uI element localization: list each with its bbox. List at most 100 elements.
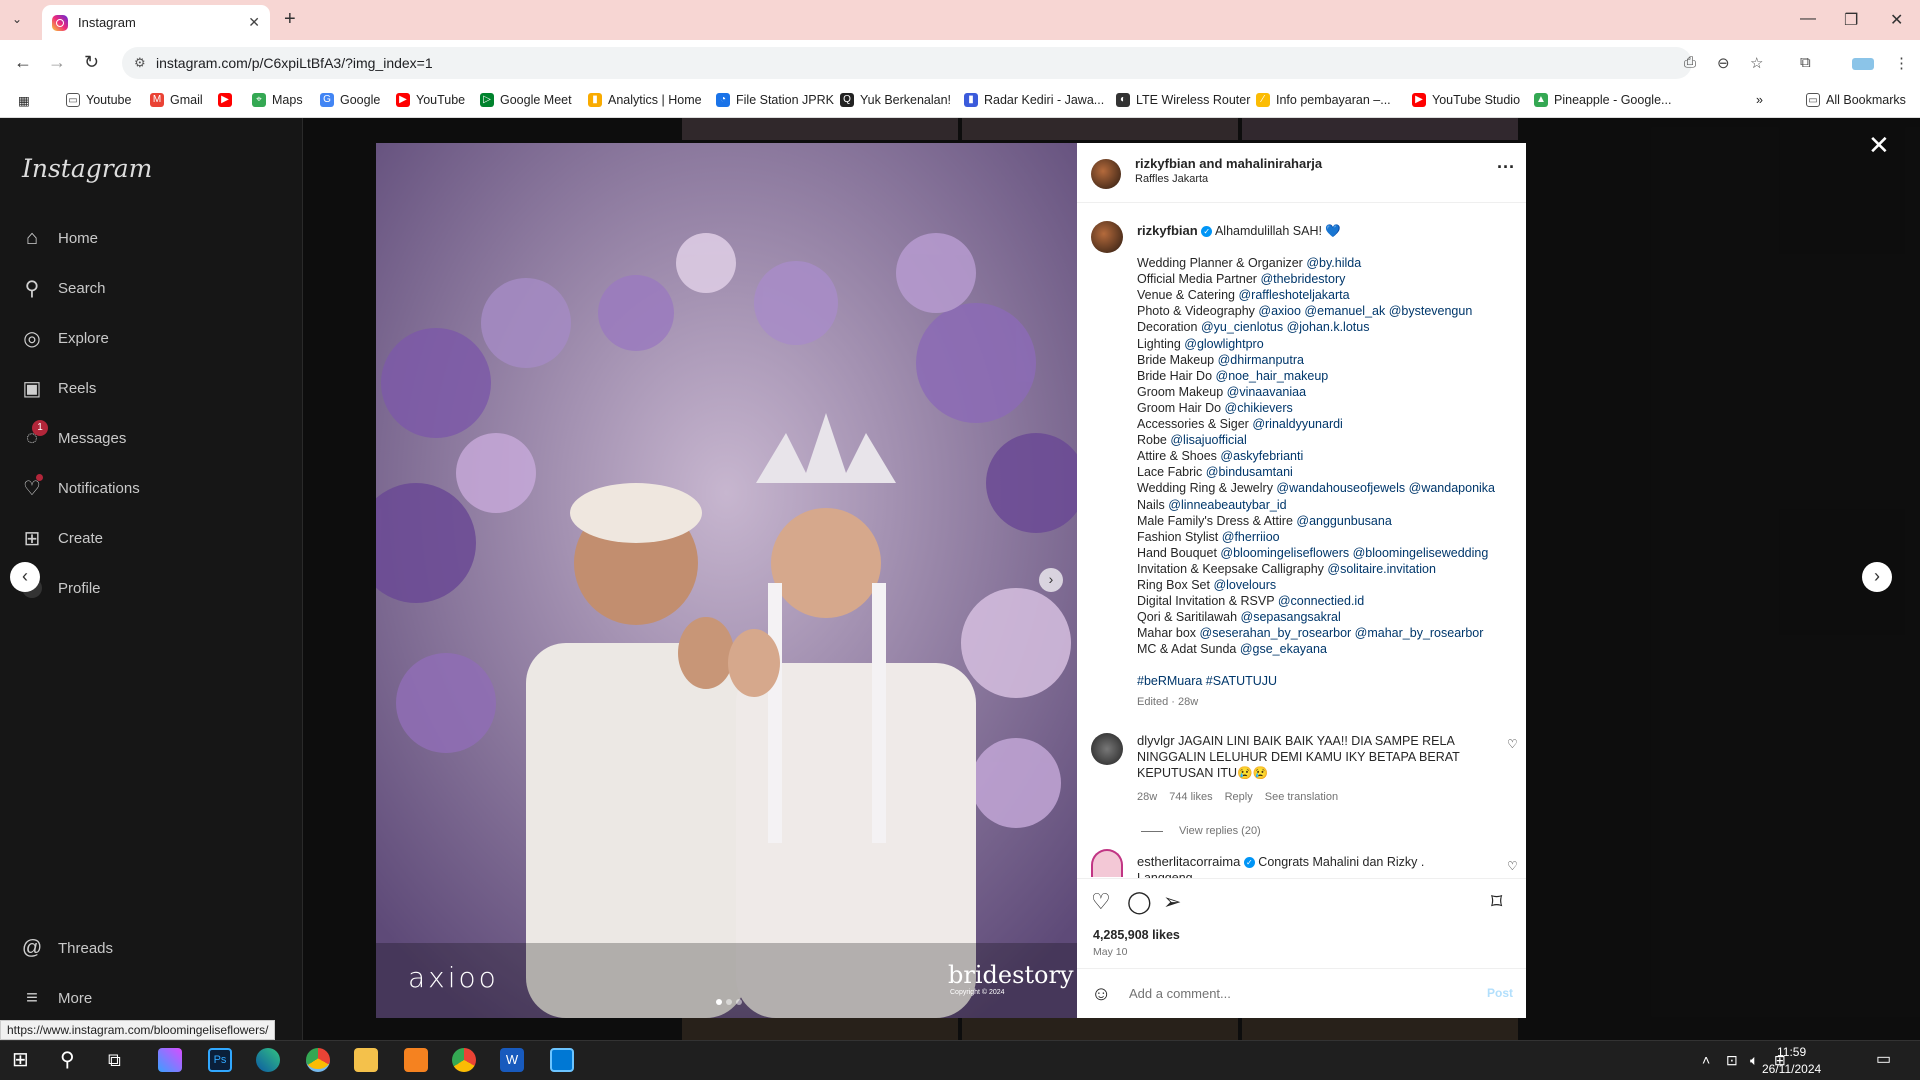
word-icon[interactable]: W — [500, 1048, 524, 1072]
like-heart-icon[interactable]: ♡ — [1091, 889, 1111, 915]
bookmark-5[interactable]: ▶ YouTube — [396, 93, 465, 107]
profile-icon[interactable] — [1852, 58, 1874, 70]
photoshop-icon[interactable]: Ps — [208, 1048, 232, 1072]
header-username[interactable]: rizkyfbian and mahaliniraharja — [1135, 156, 1322, 171]
new-tab-icon[interactable]: + — [284, 8, 296, 31]
bookmark-7[interactable]: ▮ Analytics | Home — [588, 93, 702, 107]
nav-more[interactable]: ≡ More — [20, 986, 92, 1010]
credit-mentions[interactable]: @bindusamtani — [1206, 465, 1293, 479]
reload-icon[interactable]: ↻ — [84, 52, 99, 73]
menu-kebab-icon[interactable]: ⋮ — [1894, 54, 1909, 72]
bookmark-6[interactable]: ▷ Google Meet — [480, 93, 572, 107]
credit-mentions[interactable]: @lisajuofficial — [1170, 433, 1246, 447]
comment-2-user[interactable]: estherlitacorraima — [1137, 854, 1240, 869]
credit-mentions[interactable]: @axioo @emanuel_ak @bystevengun — [1258, 304, 1472, 318]
credit-mentions[interactable]: @gse_ekayana — [1240, 642, 1327, 656]
site-info-icon[interactable]: ⚙ — [134, 55, 146, 71]
bookmark-14[interactable]: ▲ Pineapple - Google... — [1534, 93, 1671, 107]
address-bar[interactable]: ⚙ instagram.com/p/C6xpiLtBfA3/?img_index… — [122, 47, 1692, 79]
comment-1-likes[interactable]: 744 likes — [1169, 791, 1212, 803]
hashtags[interactable]: #beRMuara #SATUTUJU — [1137, 673, 1507, 689]
chrome-icon[interactable] — [306, 1048, 330, 1072]
save-bookmark-icon[interactable]: ⌑ — [1491, 889, 1502, 915]
credit-mentions[interactable]: @askyfebrianti — [1220, 449, 1303, 463]
nav-reels[interactable]: ▣ Reels — [20, 376, 97, 400]
next-image-icon[interactable]: › — [1039, 568, 1063, 592]
more-options-icon[interactable]: ··· — [1497, 157, 1515, 178]
post-comment-button[interactable]: Post — [1487, 986, 1513, 1000]
credit-mentions[interactable]: @linneabeautybar_id — [1168, 498, 1286, 512]
tray-chevron-icon[interactable]: ˄ — [1702, 1048, 1726, 1072]
credit-mentions[interactable]: @solitaire.invitation — [1327, 562, 1436, 576]
windows-start-icon[interactable]: ⊞ — [12, 1048, 36, 1072]
bookmark-star-icon[interactable]: ☆ — [1750, 54, 1763, 72]
network-icon[interactable]: ⊡ — [1726, 1048, 1750, 1072]
edge-icon[interactable] — [256, 1048, 280, 1072]
copilot-icon[interactable] — [158, 1048, 182, 1072]
credit-mentions[interactable]: @rinaldyyunardi — [1252, 417, 1343, 431]
app-orange-icon[interactable] — [404, 1048, 428, 1072]
extensions-icon[interactable]: ⧉ — [1800, 54, 1811, 71]
close-modal-icon[interactable]: ✕ — [1868, 130, 1890, 161]
credit-mentions[interactable]: @sepasangsakral — [1241, 610, 1341, 624]
bookmarks-overflow-icon[interactable]: » — [1756, 93, 1763, 107]
author-avatar[interactable] — [1091, 221, 1123, 253]
view-replies[interactable]: View replies (20) — [1141, 825, 1261, 837]
credit-mentions[interactable]: @bloomingeliseflowers @bloomingelisewedd… — [1220, 546, 1488, 560]
nav-threads[interactable]: @ Threads — [20, 936, 113, 960]
credit-mentions[interactable]: @thebridestory — [1260, 272, 1345, 286]
bookmark-0[interactable]: ▭ Youtube — [66, 93, 131, 107]
credit-mentions[interactable]: @dhirmanputra — [1218, 353, 1304, 367]
nav-explore[interactable]: ◎ Explore — [20, 326, 109, 350]
nav-messages[interactable]: ◌ 1 Messages — [20, 420, 126, 450]
credit-mentions[interactable]: @noe_hair_makeup — [1216, 369, 1329, 383]
collab-avatar[interactable] — [1091, 159, 1121, 189]
close-window-icon[interactable]: ✕ — [1890, 10, 1903, 30]
bookmark-2[interactable]: ▶ — [218, 93, 238, 107]
bookmark-12[interactable]: ⁄ Info pembayaran –... — [1256, 93, 1391, 107]
minimize-icon[interactable]: — — [1800, 10, 1816, 28]
credit-mentions[interactable]: @connectied.id — [1278, 594, 1364, 608]
credit-mentions[interactable]: @vinaavaniaa — [1227, 385, 1306, 399]
apps-grid-icon[interactable]: ▦ — [18, 93, 30, 108]
bookmark-8[interactable]: ◔ File Station JPRK — [716, 93, 834, 107]
comment-2-like-icon[interactable]: ♡ — [1507, 859, 1518, 873]
comment-1-like-icon[interactable]: ♡ — [1507, 737, 1518, 751]
notification-center-icon[interactable]: ▭ — [1876, 1048, 1900, 1072]
outlook-icon[interactable] — [550, 1048, 574, 1072]
comment-2-avatar[interactable] — [1091, 849, 1123, 877]
comment-avatar[interactable] — [1091, 733, 1123, 765]
comment-1-translate[interactable]: See translation — [1265, 791, 1338, 803]
restore-icon[interactable]: ❐ — [1844, 10, 1858, 30]
bookmark-11[interactable]: ◐ LTE Wireless Router — [1116, 93, 1250, 107]
caption-author[interactable]: rizkyfbian — [1137, 223, 1198, 238]
comment-1-user[interactable]: dlyvlgr — [1137, 733, 1175, 748]
credit-mentions[interactable]: @yu_cienlotus @johan.k.lotus — [1201, 320, 1370, 334]
zoom-icon[interactable]: ⊖ — [1717, 54, 1730, 72]
emoji-icon[interactable]: ☺ — [1091, 983, 1111, 1006]
bookmark-1[interactable]: M Gmail — [150, 93, 203, 107]
nav-create[interactable]: ⊞ Create — [20, 526, 103, 550]
task-view-icon[interactable]: ⧉ — [108, 1048, 132, 1072]
comment-1-reply[interactable]: Reply — [1225, 791, 1253, 803]
prev-post-icon[interactable]: ‹ — [10, 562, 40, 592]
credit-mentions[interactable]: @raffleshoteljakarta — [1238, 288, 1349, 302]
credit-mentions[interactable]: @seserahan_by_rosearbor @mahar_by_rosear… — [1200, 626, 1484, 640]
bookmark-4[interactable]: G Google — [320, 93, 380, 107]
all-bookmarks[interactable]: ▭ All Bookmarks — [1806, 93, 1906, 107]
bookmark-13[interactable]: ▶ YouTube Studio — [1412, 93, 1520, 107]
add-comment-input[interactable]: Add a comment... — [1129, 986, 1231, 1001]
share-send-icon[interactable]: ➢ — [1163, 889, 1181, 915]
credit-mentions[interactable]: @fherriioo — [1222, 530, 1280, 544]
nav-home[interactable]: ⌂ Home — [20, 226, 98, 250]
credit-mentions[interactable]: @by.hilda — [1306, 256, 1361, 270]
post-location[interactable]: Raffles Jakarta — [1135, 173, 1208, 185]
bookmark-3[interactable]: ⌖ Maps — [252, 93, 303, 107]
credit-mentions[interactable]: @anggunbusana — [1296, 514, 1391, 528]
credit-mentions[interactable]: @wandahouseofjewels @wandaponika — [1276, 481, 1495, 495]
likes-count[interactable]: 4,285,908 likes — [1093, 928, 1180, 942]
taskbar-clock[interactable]: 11:59 26/11/2024 — [1762, 1044, 1821, 1078]
bookmark-10[interactable]: ▮ Radar Kediri - Jawa... — [964, 93, 1104, 107]
next-post-icon[interactable]: › — [1862, 562, 1892, 592]
forward-icon[interactable]: → — [48, 52, 66, 73]
